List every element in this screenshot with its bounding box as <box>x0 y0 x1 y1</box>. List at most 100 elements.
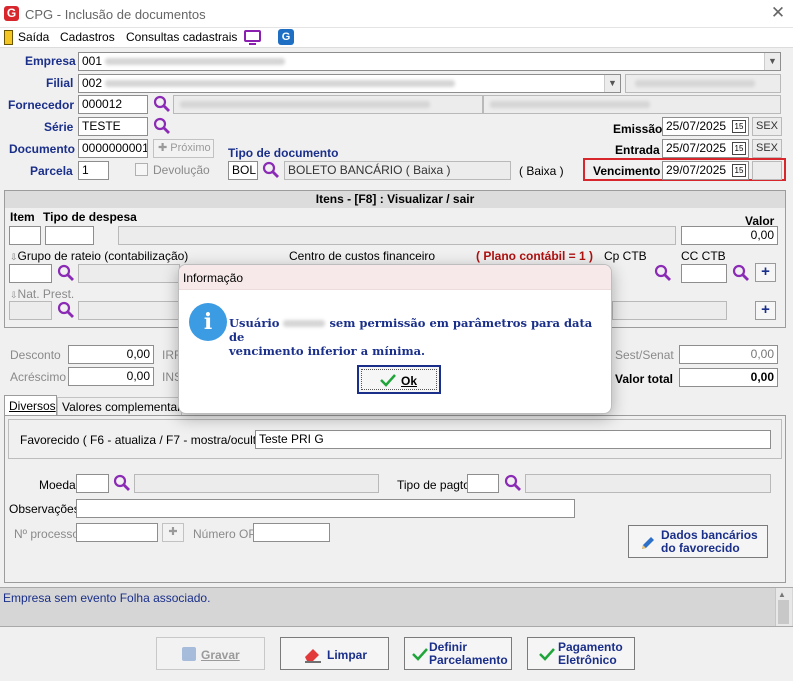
proximo-button[interactable]: ✚ Próximo <box>153 139 214 158</box>
cp-ctb-label: Cp CTB <box>604 249 647 263</box>
limpar-button[interactable]: Limpar <box>280 637 389 670</box>
desconto-field[interactable]: 0,00 <box>68 345 154 364</box>
grupo-rateio-search-icon[interactable] <box>57 264 75 282</box>
tipo-despesa-field[interactable] <box>45 226 94 245</box>
nat-prest-field[interactable] <box>9 301 52 320</box>
nat-prest-search-icon[interactable] <box>57 301 75 319</box>
vencimento-label: Vencimento <box>593 164 661 178</box>
grupo-rateio-field[interactable] <box>9 264 52 283</box>
moeda-field[interactable] <box>76 474 109 493</box>
fornecedor-search-icon[interactable] <box>153 95 171 113</box>
plus-icon: ✚ <box>158 142 168 154</box>
tab-valores-complementares[interactable]: Valores complementares <box>57 397 182 416</box>
tipo-despesa-desc-field <box>118 226 676 245</box>
moeda-desc-field <box>134 474 379 493</box>
fornecedor-name-redacted <box>180 101 430 108</box>
scroll-thumb[interactable] <box>778 600 789 624</box>
dialog-message: Usuário sem permissão em parâmetros para… <box>229 316 593 358</box>
fornecedor-field[interactable]: 000012 <box>78 95 148 114</box>
add-nat-prest-button[interactable]: + <box>755 301 776 320</box>
observacoes-field[interactable] <box>76 499 575 518</box>
empresa-dropdown-button[interactable]: ▼ <box>764 53 780 70</box>
filial-label: Filial <box>46 76 74 90</box>
menu-bar <box>0 28 793 48</box>
nprocesso-add-icon[interactable]: ✚ <box>162 523 184 542</box>
add-cc-ctb-button[interactable]: + <box>755 263 776 282</box>
gravar-button[interactable]: Gravar <box>156 637 265 670</box>
favorecido-label: Favorecido ( F6 - atualiza / F7 - mostra… <box>20 433 281 447</box>
filial-dropdown-button[interactable]: ▼ <box>604 75 620 92</box>
app-logo-icon: G <box>4 6 19 21</box>
plano-contabil-label: ( Plano contábil = 1 ) <box>476 249 594 263</box>
tipo-documento-desc-field: BOLETO BANCÁRIO ( Baixa ) <box>284 161 511 180</box>
favorecido-field[interactable]: Teste PRI G <box>255 430 771 449</box>
itens-extra-field <box>612 301 727 320</box>
close-icon[interactable]: ✕ <box>768 3 788 23</box>
vencimento-calendar-icon[interactable]: 15 <box>732 164 746 177</box>
serie-label: Série <box>44 120 74 134</box>
nprocesso-field[interactable] <box>76 523 158 542</box>
devolucao-checkbox[interactable] <box>135 163 148 176</box>
floppy-icon <box>182 647 196 661</box>
tipo-documento-label: Tipo de documento <box>228 146 339 160</box>
numero-op-field[interactable] <box>253 523 330 542</box>
tipo-pagto-field[interactable] <box>467 474 499 493</box>
tipo-documento-search-icon[interactable] <box>262 161 280 179</box>
entrada-calendar-icon[interactable]: 15 <box>732 142 746 155</box>
empresa-label: Empresa <box>25 54 76 68</box>
tab-diversos[interactable]: Diversos <box>4 395 57 416</box>
cc-ctb-search-icon[interactable] <box>732 264 750 282</box>
emissao-day-field: SEX <box>752 117 782 136</box>
g-app-icon[interactable]: G <box>278 29 294 45</box>
fornecedor-label: Fornecedor <box>8 98 75 112</box>
serie-search-icon[interactable] <box>153 117 171 135</box>
menu-consultas-cadastrais[interactable]: Consultas cadastrais <box>126 30 237 44</box>
dialog-title: Informação <box>183 271 244 285</box>
valor-total-field: 0,00 <box>679 368 778 387</box>
checkmark-icon <box>380 374 396 387</box>
centro-custos-label: Centro de custos financeiro <box>289 249 436 263</box>
item-label: Item <box>10 210 35 224</box>
dialog-header <box>179 265 611 290</box>
exit-icon <box>4 30 13 45</box>
parcela-field[interactable]: 1 <box>78 161 109 180</box>
item-field[interactable] <box>9 226 41 245</box>
status-message: Empresa sem evento Folha associado. <box>3 591 211 605</box>
cp-ctb-search-icon[interactable] <box>654 264 672 282</box>
username-redacted <box>283 320 326 327</box>
documento-field[interactable]: 0000000001 <box>78 139 148 158</box>
desconto-label: Desconto <box>10 348 61 362</box>
monitor-icon[interactable] <box>244 30 261 42</box>
emissao-label: Emissão <box>613 122 663 136</box>
menu-cadastros[interactable]: Cadastros <box>60 30 115 44</box>
pagamento-eletronico-button[interactable]: Pagamento Eletrônico <box>527 637 635 670</box>
fornecedor-extra-redacted <box>490 101 650 108</box>
tipo-documento-code-field[interactable]: BOL <box>228 161 258 180</box>
tipo-pagto-search-icon[interactable] <box>504 474 522 492</box>
nprocesso-label: Nº processo <box>14 527 80 541</box>
tipo-pagto-desc-field <box>525 474 771 493</box>
vencimento-day-field <box>752 161 782 180</box>
nat-prest-label: ⇩Nat. Prest. <box>10 287 75 301</box>
serie-field[interactable]: TESTE <box>78 117 148 136</box>
ok-button[interactable]: Ok <box>357 365 441 394</box>
valor-field[interactable]: 0,00 <box>681 226 778 245</box>
dados-bancarios-button[interactable]: Dados bancários do favorecido <box>628 525 768 558</box>
scroll-up-icon[interactable]: ▲ <box>778 590 786 599</box>
moeda-search-icon[interactable] <box>113 474 131 492</box>
window-title: CPG - Inclusão de documentos <box>25 7 206 22</box>
ok-label: Ok <box>401 374 418 388</box>
grupo-rateio-label: ⇩Grupo de rateio (contabilização) <box>10 249 189 263</box>
tab-valores-label: Valores complementares <box>62 400 182 414</box>
pin-icon: ⇩ <box>10 252 18 262</box>
monitor-stand-icon <box>249 43 256 45</box>
menu-saida[interactable]: Saída <box>18 30 49 44</box>
valor-total-label: Valor total <box>615 372 674 386</box>
sest-senat-field[interactable]: 0,00 <box>679 345 778 364</box>
acrescimo-field[interactable]: 0,00 <box>68 367 154 386</box>
entrada-label: Entrada <box>615 143 660 157</box>
limpar-label: Limpar <box>327 648 368 662</box>
emissao-calendar-icon[interactable]: 15 <box>732 120 746 133</box>
cc-ctb-field[interactable] <box>681 264 727 283</box>
definir-parcelamento-button[interactable]: Definir Parcelamento <box>404 637 512 670</box>
